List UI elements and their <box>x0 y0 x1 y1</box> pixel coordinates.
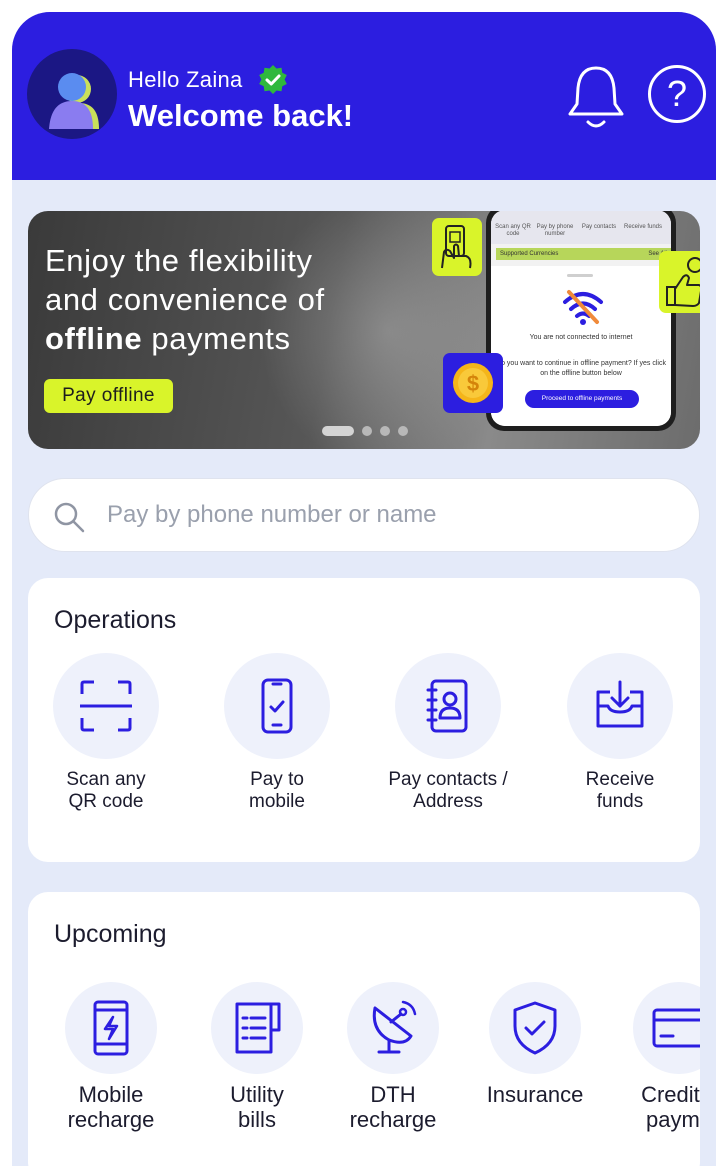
avatar[interactable] <box>27 49 117 139</box>
carousel-dot[interactable] <box>398 426 408 436</box>
upcoming-title: Upcoming <box>54 920 167 948</box>
shield-check-icon <box>489 982 581 1074</box>
thumbs-up-tile-icon <box>659 251 700 313</box>
promo-banner[interactable]: Enjoy the flexibility and convenience of… <box>28 211 700 449</box>
bell-icon[interactable] <box>566 64 626 130</box>
qr-scan-icon <box>53 653 159 759</box>
phone-not-connected-text: You are not connected to internet <box>529 334 633 341</box>
banner-line-1: Enjoy the flexibility <box>45 243 313 278</box>
banner-line-3-rest: payments <box>142 321 291 356</box>
phone-currencies-bar: Supported Currencies See All <box>496 248 671 260</box>
greeting-text: Hello Zaina <box>128 67 243 92</box>
phone-action-label: Pay by phone number <box>536 224 574 237</box>
search-bar[interactable] <box>28 478 700 552</box>
operation-pay-contacts[interactable]: Pay contacts / Address <box>378 653 518 813</box>
upcoming-label: Mobile recharge <box>67 1082 155 1132</box>
greeting-row: Hello Zaina <box>128 64 289 96</box>
upcoming-insurance[interactable]: Insurance <box>474 982 596 1107</box>
banner-line-3: offline payments <box>45 319 425 358</box>
upcoming-mobile-recharge[interactable]: Mobile recharge <box>48 982 174 1132</box>
phone-offline-sheet: You are not connected to internet Do you… <box>491 266 671 426</box>
banner-bold-word: offline <box>45 321 143 356</box>
upcoming-utility-bills[interactable]: Utility bills <box>204 982 310 1132</box>
pay-offline-button[interactable]: Pay offline <box>44 379 173 413</box>
upcoming-dth-recharge[interactable]: DTH recharge <box>338 982 448 1132</box>
upcoming-card: Upcoming Mobile recharge Utility bills D… <box>28 892 700 1166</box>
operation-label: Pay to mobile <box>249 769 305 812</box>
phone-question-text: Do you want to continue in offline payme… <box>496 360 666 377</box>
credit-card-icon <box>633 982 700 1074</box>
phone-sheet-handle <box>567 274 593 277</box>
mobile-pay-icon <box>224 653 330 759</box>
no-wifi-icon <box>563 290 603 325</box>
carousel-dot[interactable] <box>380 426 390 436</box>
contacts-book-icon <box>395 653 501 759</box>
operations-title: Operations <box>54 606 177 634</box>
upcoming-label: Utility bills <box>230 1082 284 1132</box>
utility-bills-icon <box>211 982 303 1074</box>
operation-label: Scan any QR code <box>66 769 146 812</box>
carousel-dot[interactable] <box>322 426 354 436</box>
phone-action-label: Scan any QR code <box>495 224 531 237</box>
operation-label: Pay contacts / Address <box>388 769 508 812</box>
operations-card: Operations Scan any QR code Pay to mobil… <box>28 578 700 862</box>
help-icon[interactable]: ? <box>648 65 706 123</box>
upcoming-label: Credit c payme <box>641 1082 700 1132</box>
phone-proceed-button: Proceed to offline payments <box>525 390 639 408</box>
phone-currencies-label: Supported Currencies <box>500 251 559 257</box>
search-input[interactable] <box>107 493 667 537</box>
phone-action-label: Receive funds <box>623 224 663 230</box>
banner-title: Enjoy the flexibility and convenience of… <box>45 241 425 358</box>
mobile-recharge-icon <box>65 982 157 1074</box>
svg-text:$: $ <box>467 371 479 396</box>
app-screen: Hello Zaina Welcome back! ? Enjoy the fl… <box>12 12 716 1166</box>
carousel-dots <box>322 426 408 436</box>
coin-tile-icon: $ <box>443 353 503 413</box>
phone-top-actions: Scan any QR code Pay by phone number Pay… <box>491 211 671 244</box>
receive-funds-icon <box>567 653 673 759</box>
phone-mockup: Scan any QR code Pay by phone number Pay… <box>486 211 676 431</box>
banner-line-2: and convenience of <box>45 282 325 317</box>
header: Hello Zaina Welcome back! ? <box>12 12 716 180</box>
operation-label: Receive funds <box>585 769 655 812</box>
welcome-title: Welcome back! <box>128 98 354 133</box>
phone-screen: Scan any QR code Pay by phone number Pay… <box>491 211 671 426</box>
qr-hand-tile-icon <box>432 218 482 276</box>
upcoming-credit-card-payment[interactable]: Credit c payme <box>624 982 700 1132</box>
satellite-dish-icon <box>347 982 439 1074</box>
phone-action-label: Pay contacts <box>581 224 617 230</box>
search-icon <box>53 501 85 533</box>
upcoming-label: Insurance <box>486 1082 584 1107</box>
verified-badge-icon <box>257 64 289 96</box>
upcoming-label: DTH recharge <box>349 1082 437 1132</box>
operation-receive-funds[interactable]: Receive funds <box>558 653 682 813</box>
operation-scan-qr[interactable]: Scan any QR code <box>44 653 168 813</box>
operation-pay-mobile[interactable]: Pay to mobile <box>215 653 339 813</box>
carousel-dot[interactable] <box>362 426 372 436</box>
